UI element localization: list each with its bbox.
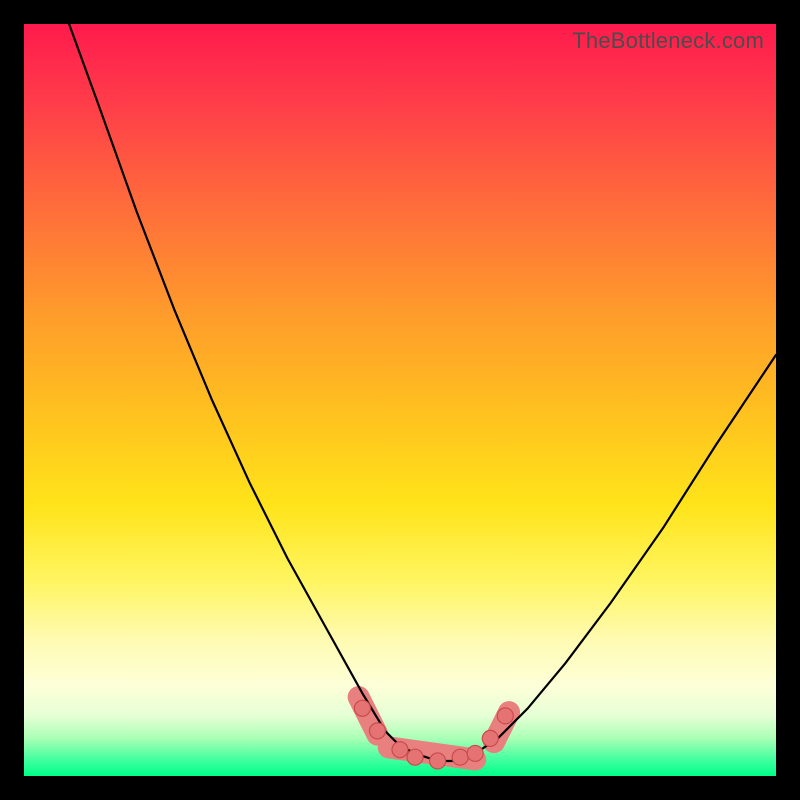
marker-dot bbox=[430, 753, 446, 769]
marker-dot bbox=[392, 742, 408, 758]
watermark-text: TheBottleneck.com bbox=[572, 28, 764, 54]
marker-dot bbox=[497, 708, 513, 724]
marker-dot bbox=[452, 749, 468, 765]
marker-dot bbox=[369, 723, 385, 739]
bottleneck-curve bbox=[69, 24, 776, 761]
marker-dot bbox=[482, 730, 498, 746]
marker-dot bbox=[407, 749, 423, 765]
plot-area: TheBottleneck.com bbox=[24, 24, 776, 776]
marker-dot bbox=[354, 700, 370, 716]
curve-svg bbox=[24, 24, 776, 776]
marker-dot-layer bbox=[354, 700, 513, 769]
marker-dot bbox=[467, 745, 483, 761]
chart-frame: TheBottleneck.com bbox=[0, 0, 800, 800]
